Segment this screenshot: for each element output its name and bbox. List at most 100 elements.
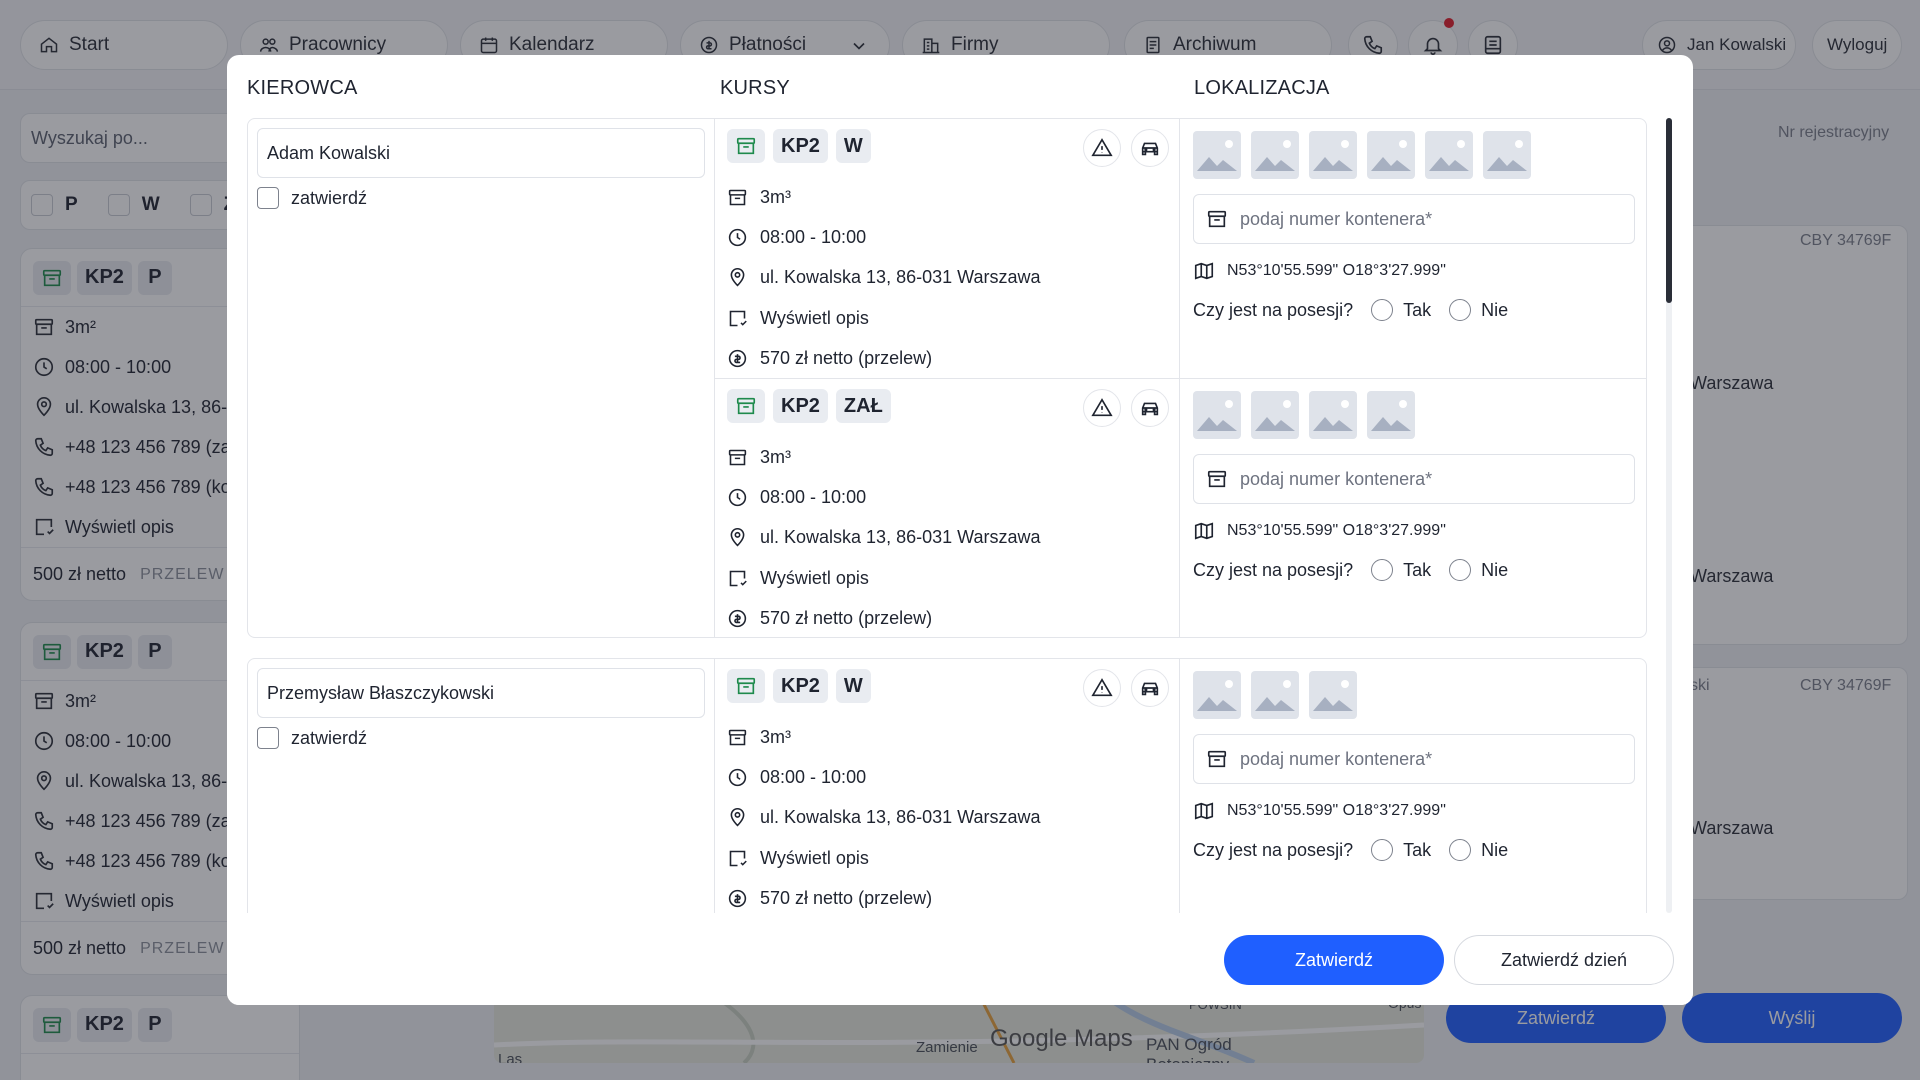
on-site-label: Czy jest na posesji?	[1193, 299, 1354, 320]
photo-thumbnail[interactable]	[1193, 391, 1241, 439]
photo-thumbnail[interactable]	[1367, 131, 1415, 179]
radio-yes[interactable]	[1371, 839, 1394, 861]
on-site-question: Czy jest na posesji? Tak Nie	[1193, 559, 1508, 581]
photo-thumbnail[interactable]	[1367, 391, 1415, 439]
course-coordinates: N53°10'55.599" O18°3'27.999"	[1227, 262, 1446, 279]
warning-icon	[1091, 678, 1113, 697]
warning-button[interactable]	[1083, 389, 1121, 427]
confirm-button-label: Zatwierdź	[1294, 949, 1374, 970]
course-details: KP2 W 3m³ 08:00 - 10:00 ul. Kowalska 13,…	[715, 659, 1180, 939]
confirm-button[interactable]: Zatwierdź	[1224, 935, 1444, 985]
course-code: KP2	[773, 389, 828, 423]
scrollbar-thumb[interactable]	[1666, 118, 1672, 303]
container-number-placeholder: podaj numer kontenera*	[1240, 468, 1433, 489]
course-details: KP2 ZAŁ 3m³ 08:00 - 10:00 ul. Kowalska 1…	[715, 379, 1180, 637]
vehicle-button[interactable]	[1131, 129, 1169, 167]
description-icon	[729, 310, 747, 327]
radio-no[interactable]	[1449, 839, 1472, 861]
course-code: KP2	[773, 669, 828, 703]
driver-group: Adam Kowalski zatwierdź KP2 W 3m³ 08:00 …	[247, 118, 1647, 638]
photo-thumbnail[interactable]	[1309, 131, 1357, 179]
driver-name-field[interactable]: Przemysław Błaszczykowski	[257, 668, 705, 718]
confirm-checkbox[interactable]	[257, 187, 279, 209]
confirm-driver[interactable]: zatwierdź	[257, 187, 367, 209]
container-icon	[727, 129, 765, 163]
photo-thumbnail[interactable]	[1309, 671, 1357, 719]
driver-group: Przemysław Błaszczykowski zatwierdź KP2 …	[247, 658, 1647, 939]
confirm-label: zatwierdź	[291, 727, 368, 748]
course-volume: 3m³	[760, 186, 791, 207]
photo-gallery	[1193, 131, 1531, 179]
container-number-placeholder: podaj numer kontenera*	[1240, 748, 1433, 769]
confirm-day-button-label: Zatwierdź dzień	[1500, 949, 1628, 970]
photo-thumbnail[interactable]	[1251, 391, 1299, 439]
confirm-checkbox[interactable]	[257, 727, 279, 749]
container-number-input[interactable]: podaj numer kontenera*	[1193, 454, 1635, 504]
column-header-courses: KURSY	[720, 77, 790, 99]
course-description-link[interactable]: Wyświetl opis	[760, 308, 869, 329]
description-icon	[729, 850, 747, 867]
warning-icon	[1091, 138, 1113, 157]
radio-no-label: Nie	[1481, 559, 1509, 580]
course-address: ul. Kowalska 13, 86-031 Warszawa	[760, 527, 1041, 548]
coin-icon	[728, 890, 747, 908]
course-location: podaj numer kontenera* N53°10'55.599" O1…	[1181, 659, 1647, 939]
course-volume: 3m³	[760, 726, 791, 747]
course-time: 08:00 - 10:00	[760, 227, 867, 248]
course-price: 570 zł netto (przelew)	[760, 348, 933, 369]
course-coordinates: N53°10'55.599" O18°3'27.999"	[1227, 522, 1446, 539]
radio-yes[interactable]	[1371, 299, 1394, 321]
course-row: KP2 W 3m³ 08:00 - 10:00 ul. Kowalska 13,…	[715, 119, 1647, 379]
vehicle-button[interactable]	[1131, 389, 1169, 427]
course-type: W	[835, 669, 871, 703]
course-type: W	[835, 129, 871, 163]
confirm-day-button[interactable]: Zatwierdź dzień	[1454, 935, 1674, 985]
course-time: 08:00 - 10:00	[760, 767, 867, 788]
warning-button[interactable]	[1083, 669, 1121, 707]
course-details: KP2 W 3m³ 08:00 - 10:00 ul. Kowalska 13,…	[715, 119, 1180, 378]
driver-name: Przemysław Błaszczykowski	[267, 683, 495, 703]
course-row: KP2 ZAŁ 3m³ 08:00 - 10:00 ul. Kowalska 1…	[715, 379, 1647, 637]
warning-button[interactable]	[1083, 129, 1121, 167]
radio-no[interactable]	[1449, 559, 1472, 581]
container-icon	[728, 449, 747, 465]
photo-thumbnail[interactable]	[1251, 671, 1299, 719]
radio-yes-label: Tak	[1403, 839, 1432, 860]
container-number-input[interactable]: podaj numer kontenera*	[1193, 734, 1635, 784]
car-icon	[1141, 142, 1159, 156]
location-pin-icon	[730, 268, 745, 287]
coin-icon	[728, 350, 747, 368]
map-icon	[1194, 802, 1214, 820]
photo-gallery	[1193, 391, 1415, 439]
on-site-question: Czy jest na posesji? Tak Nie	[1193, 839, 1508, 861]
photo-thumbnail[interactable]	[1425, 131, 1473, 179]
confirm-driver[interactable]: zatwierdź	[257, 727, 367, 749]
map-icon	[1194, 522, 1214, 540]
modal-scroll-area[interactable]: Adam Kowalski zatwierdź KP2 W 3m³ 08:00 …	[247, 118, 1647, 968]
container-number-placeholder: podaj numer kontenera*	[1240, 208, 1433, 229]
course-description-link[interactable]: Wyświetl opis	[760, 848, 869, 869]
photo-thumbnail[interactable]	[1193, 671, 1241, 719]
course-coordinates: N53°10'55.599" O18°3'27.999"	[1227, 802, 1446, 819]
photo-thumbnail[interactable]	[1251, 131, 1299, 179]
driver-name: Adam Kowalski	[267, 143, 391, 163]
container-number-input[interactable]: podaj numer kontenera*	[1193, 194, 1635, 244]
photo-thumbnail[interactable]	[1193, 131, 1241, 179]
course-description-link[interactable]: Wyświetl opis	[760, 568, 869, 589]
container-icon	[1207, 210, 1227, 228]
course-address: ul. Kowalska 13, 86-031 Warszawa	[760, 267, 1041, 288]
container-icon	[1207, 470, 1227, 488]
car-icon	[1141, 682, 1159, 696]
driver-column: Adam Kowalski zatwierdź	[248, 119, 715, 637]
driver-name-field[interactable]: Adam Kowalski	[257, 128, 705, 178]
course-location: podaj numer kontenera* N53°10'55.599" O1…	[1181, 119, 1647, 378]
container-icon	[727, 389, 765, 423]
radio-yes-label: Tak	[1403, 299, 1432, 320]
radio-no-label: Nie	[1481, 299, 1509, 320]
photo-thumbnail[interactable]	[1309, 391, 1357, 439]
radio-yes[interactable]	[1371, 559, 1394, 581]
radio-no[interactable]	[1449, 299, 1472, 321]
vehicle-button[interactable]	[1131, 669, 1169, 707]
course-code: KP2	[773, 129, 828, 163]
photo-thumbnail[interactable]	[1483, 131, 1531, 179]
